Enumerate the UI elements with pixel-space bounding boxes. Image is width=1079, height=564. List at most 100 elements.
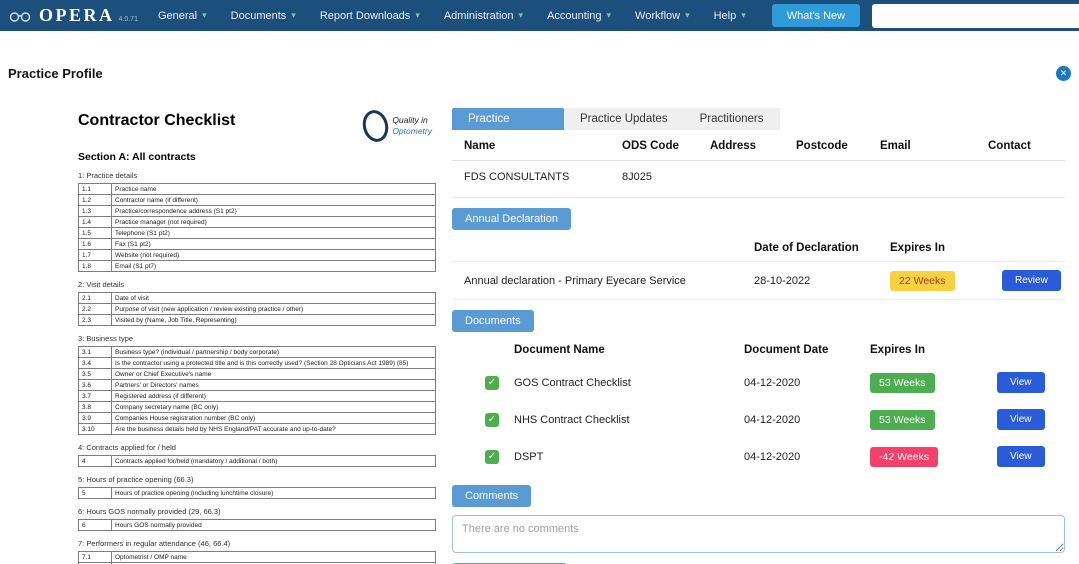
table-row-nhs-contract-checklist: ✓ NHS Contract Checklist 04-12-2020 53 Week… [452,401,1065,438]
whats-new-button[interactable]: What's New [771,4,861,27]
nav-menu-label: Administration [443,9,514,22]
checklist-item-text: Visited by (Name, Job Title, Representin… [111,314,436,326]
checklist-row: 2.1 Date of visit [78,292,436,304]
checklist-item-number: 3.1 [78,346,112,358]
checklist-item-text: Practice/correspondence address (S1 pt2) [111,205,436,217]
checklist-item-number: 7.1 [78,551,112,563]
checklist-item-text: Practice manager (not required) [111,216,436,228]
practice-column-header-contact: Contact [986,130,1065,161]
nav-menu-workflow[interactable]: Workflow ▾ [623,0,702,31]
checklist-item-number: 3.7 [78,390,112,402]
documents-col-expires: Expires In [870,344,925,356]
checklist-row: 3.6 Partners' or Directors' names [78,379,436,391]
checklist-row: 3.10 Are the business details held by NHS… [78,423,436,435]
brand-title: OPERA [39,5,115,25]
checklist-row: 3.7 Registered address (if different) [78,390,436,402]
annual-declaration-name: Annual declaration - Primary Eyecare Ser… [464,274,686,287]
tab-practice[interactable]: Practice [452,108,564,130]
logo-line-1: Quality in [392,115,428,126]
checklist-item-number: 1.6 [78,238,112,250]
practice-cell-1: 8J025 [620,161,708,198]
checklist-row: 3.1 Business type? (individual / partners… [78,346,436,358]
document-name: GOS Contract Checklist [514,376,631,389]
checklist-item-number: 1.2 [78,194,112,206]
tab-practitioners[interactable]: Practitioners [683,108,780,130]
checklist-row: 2.2 Purpose of visit (new application / r… [78,303,436,315]
annual-declaration-section-label: Annual Declaration [452,208,571,230]
checklist-item-number: 3.5 [78,368,112,380]
checklist-group-heading: 6: Hours GOS normally provided (29, 66.3… [78,507,221,516]
close-icon[interactable]: ✕ [1056,65,1071,81]
checklist-item-text: Registered address (if different) [111,390,436,402]
practice-cell-3 [794,161,878,198]
document-checkbox[interactable]: ✓ [485,412,499,427]
checklist-document-header: Contractor Checklist Quality in Optometr… [78,107,436,145]
annual-declaration-date: 28-10-2022 [754,274,811,287]
document-checkbox[interactable]: ✓ [485,375,499,390]
checklist-item-number: 4 [78,455,112,467]
checklist-table: 1.1 Practice name 1.2 Contractor name (if d… [78,183,436,272]
checklist-item-text: Date of visit [111,292,436,304]
nav-menu-label: Help [713,9,737,22]
checklist-item-text: Contractor name (if different) [111,194,436,206]
practice-column-header-ods-code: ODS Code [620,130,708,161]
checklist-item-text: Purpose of visit (new application / revi… [111,303,436,315]
nav-menu-help[interactable]: Help ▾ [702,0,758,31]
checklist-row: 1.6 Fax (S1 pt2) [78,238,436,250]
checklist-row: 1.1 Practice name [78,183,436,195]
nav-menu-report-downloads[interactable]: Report Downloads ▾ [308,0,432,31]
opera-logo-icon [9,11,31,22]
checklist-item-number: 1.7 [78,249,112,261]
checklist-item-number: 6 [78,519,112,531]
tab-practice-updates[interactable]: Practice Updates [564,108,684,130]
nav-menus: General ▾ Documents ▾ Report Downloads ▾ Admin… [146,0,758,31]
comments-section-label: Comments [452,485,532,507]
practice-header-row: Name ODS Code Address Postcode Email Contact [452,130,1065,161]
table-row-dspt: ✓ DSPT 04-12-2020 -42 Weeks View [452,438,1065,475]
checklist-group-heading: 2: Visit details [78,280,125,289]
checklist-item-text: Telephone (S1 pt2) [111,227,436,239]
document-date: 04-12-2020 [744,413,801,426]
chevron-down-icon: ▾ [518,10,524,20]
checklist-item-number: 3.6 [78,379,112,391]
checklist-row: 7.1 Optometrist / OMP name [78,551,436,563]
checklist-item-number: 5 [78,487,112,499]
checklist-item-number: 1.1 [78,183,112,195]
document-checkbox[interactable]: ✓ [485,449,499,464]
checklist-item-text: Website (not required) [111,249,436,261]
nav-menu-general[interactable]: General ▾ [146,0,219,31]
checklist-row: 6 Hours GOS normally provided [78,519,436,531]
checklist-item-number: 3.8 [78,401,112,413]
review-button[interactable]: Review [1002,270,1061,291]
document-expires-cell: -42 Weeks [870,446,997,467]
annual-declaration-row: Annual declaration - Primary Eyecare Ser… [452,262,1065,300]
global-search-input[interactable] [872,3,1079,28]
chevron-down-icon: ▾ [291,10,296,20]
comments-textarea[interactable] [452,515,1065,553]
practice-column-header-address: Address [708,130,794,161]
nav-menu-accounting[interactable]: Accounting ▾ [535,0,623,31]
checklist-row: 1.8 Email (S1 pt7) [78,260,436,272]
practice-cell-5 [986,161,1065,198]
view-button[interactable]: View [997,446,1045,467]
view-button[interactable]: View [997,372,1045,393]
expires-badge: 53 Weeks [870,372,935,393]
checklist-row: 3.4 Is the contractor using a protected t… [78,357,436,369]
quality-in-optometry-logo-icon [359,107,392,145]
document-action-cell: View [997,409,1071,430]
practice-column-header-email: Email [878,130,986,161]
logo-line-2: Optometry [392,126,432,136]
checklist-table: 6 Hours GOS normally provided [78,519,436,531]
view-button[interactable]: View [997,409,1045,430]
checklist-item-text: Fax (S1 pt2) [111,238,436,250]
nav-menu-administration[interactable]: Administration ▾ [432,0,535,31]
checklist-item-text: Is the contractor using a protected titl… [111,357,436,369]
documents-col-date: Document Date [744,344,829,356]
checklist-group-heading: 7: Performers in regular attendance (46,… [78,539,231,548]
nav-menu-documents[interactable]: Documents ▾ [219,0,308,31]
practice-cell-4 [878,161,986,198]
checklist-item-text: Hours GOS normally provided [111,519,436,531]
checklist-row: 1.3 Practice/correspondence address (S1 p… [78,205,436,217]
checklist-group-heading: 1: Practice details [78,171,138,180]
checklist-item-number: 2.2 [78,303,112,315]
